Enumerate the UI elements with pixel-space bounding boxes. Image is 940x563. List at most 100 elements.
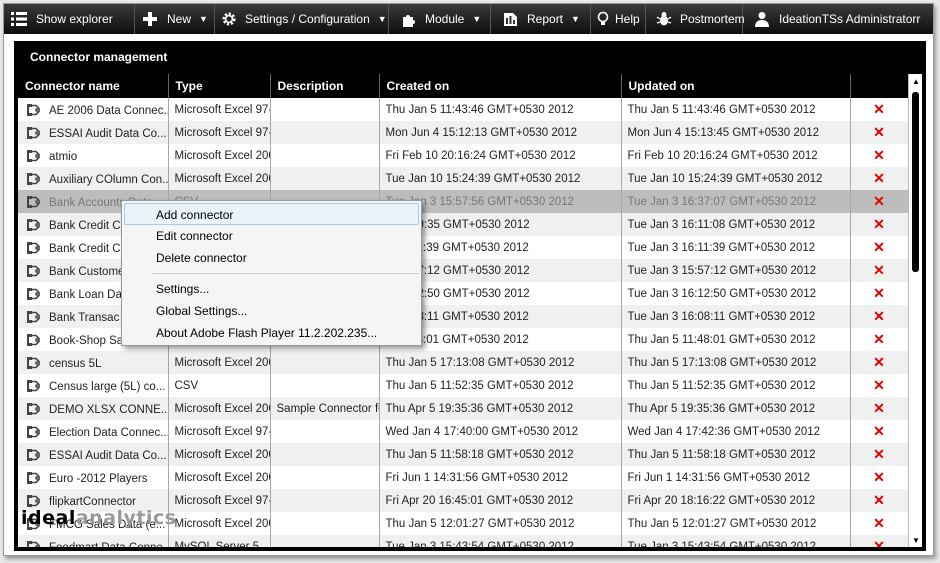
created-on-text: Thu Jan 5 11:58:18 GMT+0530 2012 xyxy=(385,448,574,461)
user-account-menu[interactable]: IdeationTSs Administratorr xyxy=(743,4,933,34)
created-on-text: Fri Apr 20 16:45:01 GMT+0530 2012 xyxy=(385,494,574,507)
delete-connector-icon[interactable]: ✕ xyxy=(873,377,885,393)
connector-name-text: ESSAI Audit Data Co... xyxy=(49,127,167,140)
delete-cell: ✕ xyxy=(850,98,909,121)
updated-on-text: Fri Feb 10 20:16:24 GMT+0530 2012 xyxy=(627,149,818,162)
delete-connector-icon[interactable]: ✕ xyxy=(873,400,885,416)
chevron-down-icon: ▼ xyxy=(571,14,580,24)
show-explorer-menu[interactable]: Show explorer xyxy=(4,4,135,34)
updated-on-text: Tue Jan 10 15:24:39 GMT+0530 2012 xyxy=(627,172,823,185)
connector-name-text: AE 2006 Data Connec... xyxy=(49,104,168,117)
created-on-cell: Fri Feb 10 20:16:24 GMT+0530 2012 xyxy=(379,144,622,167)
delete-connector-icon[interactable]: ✕ xyxy=(873,423,885,439)
postmortem-menu[interactable]: Postmortem xyxy=(646,4,745,34)
delete-cell: ✕ xyxy=(850,167,909,190)
delete-connector-icon[interactable]: ✕ xyxy=(873,124,885,140)
settings-configuration-menu[interactable]: Settings / Configuration ▼ xyxy=(215,4,389,34)
table-row[interactable]: atmio Microsoft Excel 200 Fri Feb 10 20:16… xyxy=(18,144,909,167)
delete-connector-icon[interactable]: ✕ xyxy=(873,170,885,186)
delete-cell: ✕ xyxy=(850,535,909,547)
delete-connector-icon[interactable]: ✕ xyxy=(873,285,885,301)
connector-type-cell: CSV xyxy=(168,374,271,397)
connector-name-text: Book-Shop Sa xyxy=(49,334,124,347)
connector-name-text: Bank Credit C xyxy=(49,219,121,232)
delete-connector-icon[interactable]: ✕ xyxy=(873,492,885,508)
connector-type-text: Microsoft Excel 97- xyxy=(174,126,270,139)
updated-on-text: Tue Jan 3 15:57:12 GMT+0530 2012 xyxy=(627,264,817,277)
delete-connector-icon[interactable]: ✕ xyxy=(873,354,885,370)
connector-description-cell xyxy=(270,144,380,167)
delete-connector-icon[interactable]: ✕ xyxy=(873,446,885,462)
vertical-scrollbar[interactable]: ▲ ▼ xyxy=(908,74,922,547)
new-menu[interactable]: New ▼ xyxy=(135,4,215,34)
delete-connector-icon[interactable]: ✕ xyxy=(873,216,885,232)
context-menu-add-connector[interactable]: Add connector xyxy=(124,203,419,225)
chevron-down-icon: ▼ xyxy=(377,14,387,24)
connector-icon xyxy=(26,540,49,547)
table-row[interactable]: DEMO XLSX CONNE... Microsoft Excel 200 Sam… xyxy=(18,397,909,420)
table-row[interactable]: Census large (5L) co... CSV Thu Jan 5 11:5… xyxy=(18,374,909,397)
table-row[interactable]: Election Data Connec... Microsoft Excel 9… xyxy=(18,420,909,443)
table-row[interactable]: ESSAI Audit Data Co... Microsoft Excel 20… xyxy=(18,443,909,466)
module-menu[interactable]: Module ▼ xyxy=(389,4,491,34)
table-header-row: Connector name Type Description Created … xyxy=(18,74,909,98)
created-on-cell: Thu Jan 5 11:58:18 GMT+0530 2012 xyxy=(379,443,622,466)
column-header-type[interactable]: Type xyxy=(168,74,271,98)
top-menu-bar: Show explorer New ▼ Settings / Configura… xyxy=(4,4,933,34)
updated-on-cell: Thu Apr 5 19:35:36 GMT+0530 2012 xyxy=(621,397,851,420)
connector-name-cell: Auxiliary COlumn Con... xyxy=(18,167,169,190)
connector-type-cell: Microsoft Excel 97- xyxy=(168,121,271,144)
updated-on-cell: Tue Jan 3 16:12:50 GMT+0530 2012 xyxy=(621,282,851,305)
delete-connector-icon[interactable]: ✕ xyxy=(873,239,885,255)
delete-connector-icon[interactable]: ✕ xyxy=(873,308,885,324)
connector-name-cell: atmio xyxy=(18,144,169,167)
connector-type-text: Microsoft Excel 200 xyxy=(174,471,270,484)
column-header-created-on[interactable]: Created on xyxy=(379,74,622,98)
created-on-text: Wed Jan 4 17:40:00 GMT+0530 2012 xyxy=(385,425,579,438)
context-menu-about-flash[interactable]: About Adobe Flash Player 11.2.202.235... xyxy=(122,322,421,344)
context-menu-global-settings[interactable]: Global Settings... xyxy=(122,300,421,322)
column-header-connector-name[interactable]: Connector name xyxy=(18,74,169,98)
connector-icon xyxy=(26,425,49,439)
scroll-up-arrow-icon[interactable]: ▲ xyxy=(909,74,922,88)
delete-connector-icon[interactable]: ✕ xyxy=(873,262,885,278)
column-header-updated-on[interactable]: Updated on xyxy=(621,74,851,98)
report-menu[interactable]: Report ▼ xyxy=(491,4,591,34)
help-menu[interactable]: Help xyxy=(591,4,646,34)
scroll-down-arrow-icon[interactable]: ▼ xyxy=(909,533,922,547)
connector-type-cell: Microsoft Excel 97- xyxy=(168,420,271,443)
delete-connector-icon[interactable]: ✕ xyxy=(873,469,885,485)
table-row[interactable]: Foodmart Data Conne... MySQL Server 5 Tue … xyxy=(18,535,909,547)
table-row[interactable]: Euro -2012 Players Microsoft Excel 200 Fri… xyxy=(18,466,909,489)
postmortem-label: Postmortem xyxy=(680,12,745,26)
connector-type-text: Microsoft Excel 200 xyxy=(174,149,270,162)
context-menu-edit-connector[interactable]: Edit connector xyxy=(122,225,421,247)
delete-connector-icon[interactable]: ✕ xyxy=(873,515,885,531)
updated-on-text: Thu Jan 5 11:48:01 GMT+0530 2012 xyxy=(627,333,816,346)
updated-on-cell: Thu Jan 5 12:01:27 GMT+0530 2012 xyxy=(621,512,851,535)
connector-icon xyxy=(26,195,49,209)
updated-on-text: Tue Jan 3 16:11:39 GMT+0530 2012 xyxy=(627,241,816,254)
delete-cell: ✕ xyxy=(850,374,909,397)
delete-connector-icon[interactable]: ✕ xyxy=(873,538,885,547)
table-row[interactable]: census 5L Microsoft Excel 200 Thu Jan 5 17… xyxy=(18,351,909,374)
column-header-description[interactable]: Description xyxy=(270,74,380,98)
updated-on-cell: Thu Jan 5 11:48:01 GMT+0530 2012 xyxy=(621,328,851,351)
table-row[interactable]: AE 2006 Data Connec... Microsoft Excel 97… xyxy=(18,98,909,121)
created-on-cell: Thu Jan 5 12:01:27 GMT+0530 2012 xyxy=(379,512,622,535)
scrollbar-thumb[interactable] xyxy=(912,92,919,272)
table-row[interactable]: Auxiliary COlumn Con... Microsoft Excel 2… xyxy=(18,167,909,190)
connector-type-cell: Microsoft Excel 200 xyxy=(168,443,271,466)
connector-name-text: Auxiliary COlumn Con... xyxy=(49,173,168,186)
delete-connector-icon[interactable]: ✕ xyxy=(873,193,885,209)
lightbulb-icon xyxy=(597,10,609,28)
table-row[interactable]: ESSAI Audit Data Co... Microsoft Excel 97… xyxy=(18,121,909,144)
delete-connector-icon[interactable]: ✕ xyxy=(873,331,885,347)
context-menu-delete-connector[interactable]: Delete connector xyxy=(122,247,421,269)
context-menu-settings[interactable]: Settings... xyxy=(122,278,421,300)
delete-connector-icon[interactable]: ✕ xyxy=(873,147,885,163)
delete-connector-icon[interactable]: ✕ xyxy=(873,101,885,117)
connector-name-cell: DEMO XLSX CONNE... xyxy=(18,397,169,420)
report-icon xyxy=(501,10,519,28)
connector-icon xyxy=(26,241,49,255)
